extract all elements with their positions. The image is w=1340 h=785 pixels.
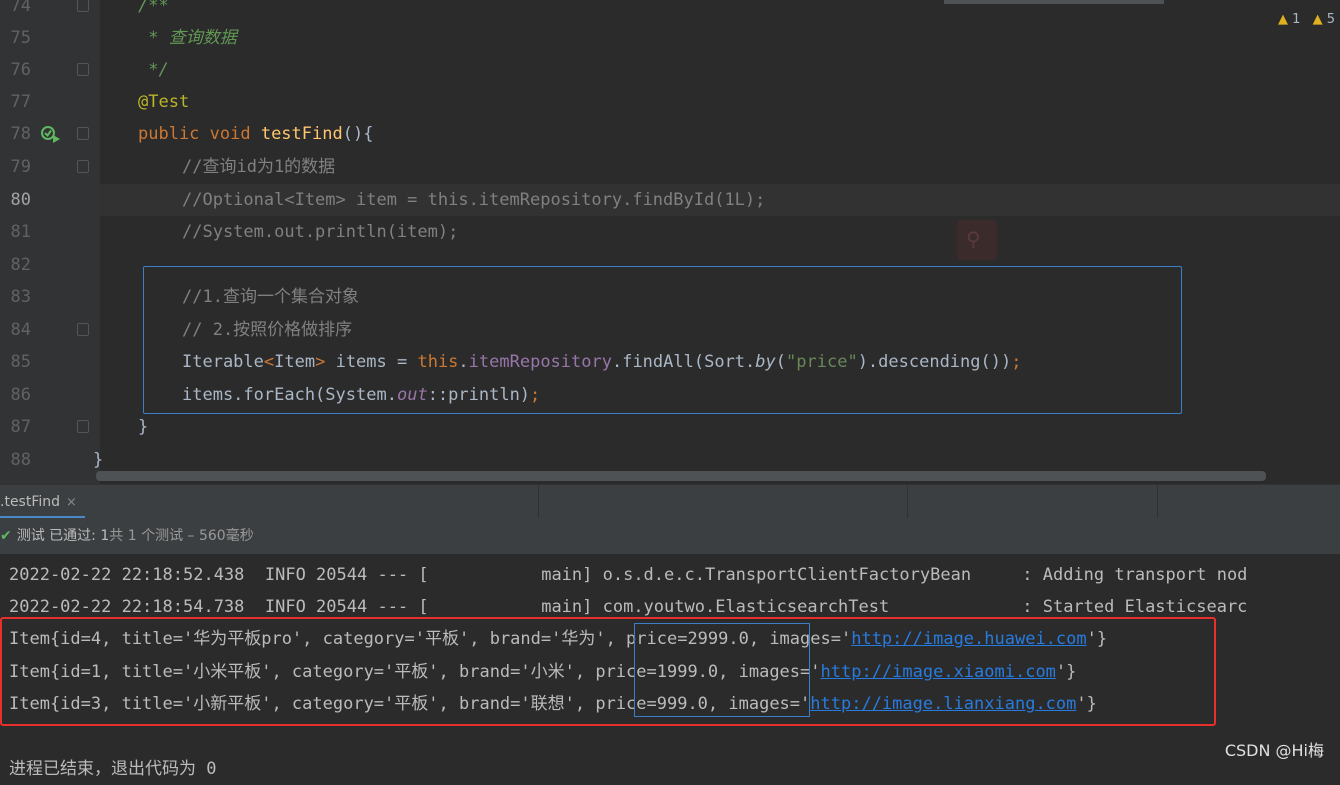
tab-divider <box>1157 485 1158 519</box>
gutter-row: 83 <box>0 281 100 313</box>
line-number: 82 <box>10 255 31 275</box>
tab-testfind[interactable]: .testFind × <box>0 485 85 519</box>
search-icon[interactable]: ⚲ <box>957 220 997 260</box>
fold-icon[interactable] <box>77 420 89 433</box>
log-line: 2022-02-22 22:18:52.438 INFO 20544 --- [… <box>9 565 1248 585</box>
fold-icon[interactable] <box>77 323 89 336</box>
code-editor[interactable]: ▲ 1 ▲ 5 ⚲ 74 /** 75 * 查询数据 76 */ 77 @Tes… <box>0 0 1340 484</box>
code-line: @Test <box>138 92 190 112</box>
watermark: CSDN @Hi梅 <box>1224 741 1324 760</box>
test-detail-label: 共 1 个测试 – 560毫秒 <box>109 528 254 544</box>
gutter-row: 81 <box>0 216 100 248</box>
run-test-icon[interactable] <box>40 124 62 144</box>
line-number: 78 <box>10 124 31 144</box>
gutter-row: 80 <box>0 184 100 216</box>
line-number: 77 <box>10 92 31 112</box>
code-line: public void testFind(){ <box>138 118 373 150</box>
check-icon: ✔ <box>0 528 12 544</box>
gutter-row: 74 <box>0 0 100 22</box>
gutter-row: 75 <box>0 22 100 54</box>
code-text: (){ <box>342 124 374 144</box>
exit-line: 进程已结束，退出代码为 0 <box>9 759 217 779</box>
code-line: * 查询数据 <box>138 28 237 48</box>
tab-divider <box>907 485 908 519</box>
gutter-row: 76 <box>0 54 100 86</box>
tab-label: .testFind <box>0 494 61 510</box>
line-number: 87 <box>10 417 31 437</box>
fold-icon[interactable] <box>77 0 89 12</box>
line-number: 76 <box>10 60 31 80</box>
gutter-row: 79 <box>0 151 100 183</box>
gutter-row: 85 <box>0 346 100 378</box>
test-passed-label: 测试 已通过: 1 <box>16 528 110 544</box>
code-line: } <box>138 417 149 437</box>
warning-icon-2: ▲ <box>1312 12 1323 27</box>
inspection-widget[interactable]: ▲ 1 ▲ 5 <box>1278 12 1335 27</box>
gutter-row: 87 <box>0 411 100 443</box>
line-number: 81 <box>10 222 31 242</box>
warning-count: 1 <box>1292 12 1301 27</box>
close-icon[interactable]: × <box>66 495 77 510</box>
gutter-row: 84 <box>0 314 100 346</box>
line-number: 85 <box>10 352 31 372</box>
method-name: testFind <box>260 124 343 144</box>
gutter-row: 78 <box>0 118 100 150</box>
line-number: 84 <box>10 320 31 340</box>
gutter-row: 86 <box>0 379 100 411</box>
run-tool-window-tabs: .testFind × <box>0 484 1340 520</box>
warning-icon: ▲ <box>1278 12 1288 27</box>
line-number: 83 <box>10 287 31 307</box>
line-number: 86 <box>10 385 31 405</box>
line-number: 75 <box>10 28 31 48</box>
warning-count-2: 5 <box>1326 12 1335 27</box>
gutter-row: 82 <box>0 249 100 281</box>
fold-icon[interactable] <box>77 127 89 140</box>
code-line: /** <box>138 0 169 16</box>
test-status-bar: ✔ 测试 已通过: 1共 1 个测试 – 560毫秒 <box>0 518 1340 555</box>
gutter-row: 88 <box>0 444 100 476</box>
fold-icon[interactable] <box>77 160 89 173</box>
code-annotation-box <box>143 266 1182 414</box>
line-number: 74 <box>10 0 31 16</box>
top-scroll-thumb[interactable] <box>944 0 1164 4</box>
results-highlight-box <box>0 617 1216 726</box>
gutter-row: 77 <box>0 86 100 118</box>
horizontal-scrollbar[interactable] <box>96 471 1266 481</box>
fold-icon[interactable] <box>77 63 89 76</box>
line-number: 79 <box>10 157 31 177</box>
line-number: 80 <box>10 190 31 210</box>
code-line: //查询id为1的数据 <box>182 157 336 177</box>
keyword: public void <box>138 124 261 144</box>
line-number: 88 <box>10 450 31 470</box>
price-highlight-box <box>634 623 810 717</box>
code-line: //System.out.println(item); <box>182 222 459 242</box>
code-line: */ <box>138 60 169 80</box>
code-line: //Optional<Item> item = this.itemReposit… <box>182 190 766 210</box>
tab-divider <box>538 485 539 519</box>
